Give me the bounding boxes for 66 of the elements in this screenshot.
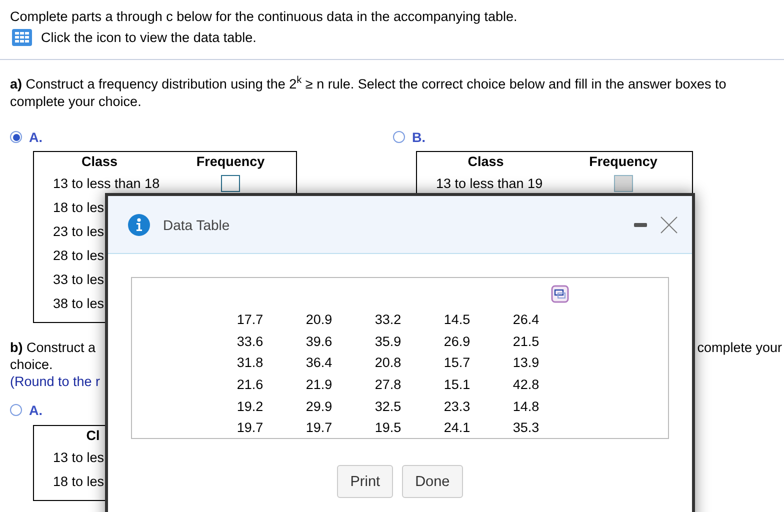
data-value: 21.5 <box>512 332 540 351</box>
done-button[interactable]: Done <box>402 465 463 498</box>
dialog-title: Data Table <box>163 216 231 232</box>
data-value: 42.8 <box>512 376 540 394</box>
class-cell: 13 to less than 19 <box>436 176 543 191</box>
column-header: Class <box>80 154 119 169</box>
instructions-text: Complete parts a through c below for the continuous data in the accompanying table. <box>10 8 518 25</box>
data-value: 19.2 <box>236 398 264 416</box>
column-header: Frequency <box>588 154 658 169</box>
data-value: 14.5 <box>442 311 472 329</box>
data-value: 29.9 <box>304 398 334 416</box>
question-text: a) Construct a frequency distribution using the 2$^{k}$ ≥ n rule. Select the correct choice below and fill in the answer boxes to complete your choice. <box>10 74 728 110</box>
column-header: Cl <box>85 427 101 444</box>
data-value: 33.6 <box>236 332 264 351</box>
data-value: 23.3 <box>442 398 472 416</box>
data-value: 19.7 <box>236 419 264 438</box>
data-value: 32.5 <box>374 398 402 416</box>
minimize-icon[interactable] <box>634 222 647 226</box>
data-value: 21.6 <box>236 376 264 394</box>
data-value: 26.9 <box>442 332 472 351</box>
table-icon[interactable] <box>12 29 32 46</box>
data-value: 39.6 <box>304 332 334 351</box>
hint-text: (Round to the r <box>10 374 100 388</box>
data-value: 24.1 <box>442 419 472 438</box>
data-value: 21.9 <box>304 376 334 394</box>
data-table-link[interactable]: Click the icon to view the data table. <box>41 30 256 45</box>
data-value: 13.9 <box>512 354 540 372</box>
data-value: 15.7 <box>442 354 472 372</box>
close-icon[interactable] <box>660 216 678 234</box>
class-cell: 28 to les <box>53 248 104 263</box>
class-cell: 18 to les <box>53 200 104 215</box>
data-value: 26.4 <box>512 311 540 329</box>
class-cell: 33 to les <box>53 272 104 287</box>
radio-button[interactable] <box>10 131 22 143</box>
data-value: 27.8 <box>374 376 402 394</box>
data-value: 33.2 <box>374 311 402 329</box>
data-value: 36.4 <box>304 354 334 372</box>
data-value: 35.3 <box>512 419 540 438</box>
radio-button[interactable] <box>393 131 405 143</box>
question-text: b) Construct a <box>10 338 96 356</box>
data-value: 35.9 <box>374 332 402 351</box>
class-cell: 13 to less than 18 <box>53 176 160 191</box>
expand-icon[interactable] <box>551 285 569 303</box>
print-button[interactable]: Print <box>337 465 394 498</box>
answer-box[interactable] <box>221 175 240 192</box>
data-value: 31.8 <box>236 354 264 372</box>
option-label: B. <box>412 130 426 144</box>
info-icon <box>128 214 150 236</box>
class-cell: 38 to les <box>53 296 104 311</box>
data-value: 15.1 <box>442 376 472 394</box>
class-cell: 23 to les <box>53 224 104 239</box>
option-label: A. <box>29 402 42 418</box>
column-header: Class <box>466 154 505 169</box>
column-header: Frequency <box>195 154 266 169</box>
class-cell: 18 to les <box>53 473 104 490</box>
question-text: choice. <box>10 356 53 372</box>
class-cell: 13 to les <box>53 449 104 466</box>
data-value: 19.7 <box>304 419 334 438</box>
question-text: complete your <box>697 338 782 356</box>
data-value: 19.5 <box>374 419 402 438</box>
data-value: 20.9 <box>304 311 334 329</box>
radio-button[interactable] <box>10 404 22 416</box>
data-value: 20.8 <box>374 354 402 372</box>
data-value: 14.8 <box>512 398 540 416</box>
option-label: A. <box>29 130 42 144</box>
data-value: 17.7 <box>236 311 264 329</box>
